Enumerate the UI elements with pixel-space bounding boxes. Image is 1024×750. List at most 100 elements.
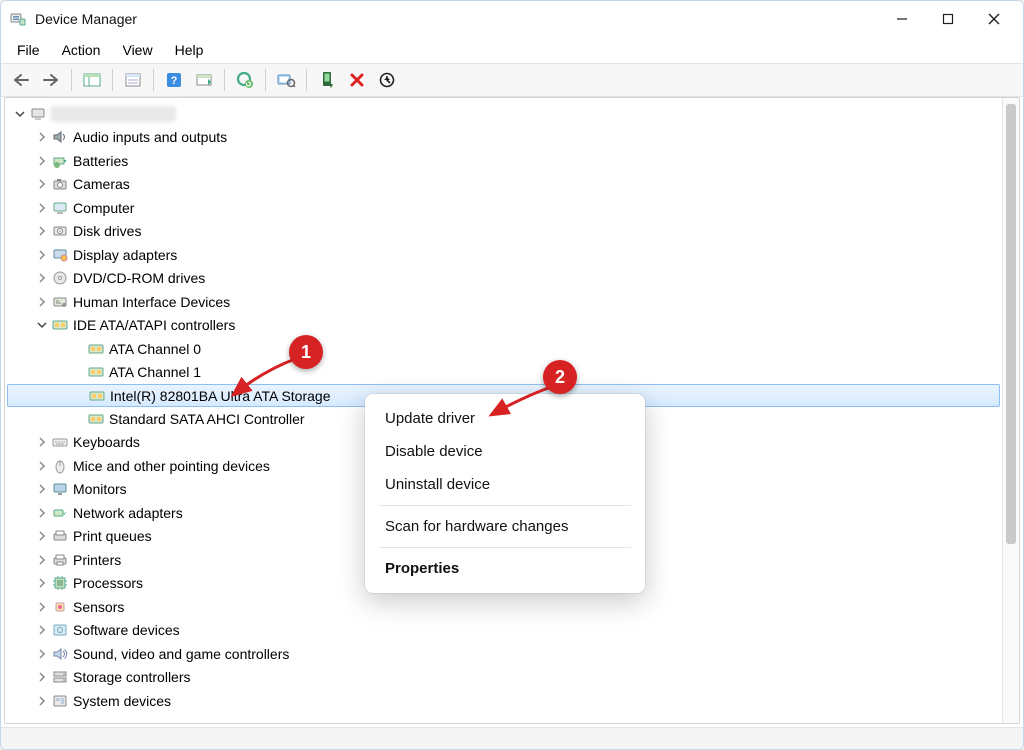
chevron-right-icon[interactable] — [35, 248, 49, 262]
chevron-right-icon[interactable] — [35, 271, 49, 285]
tree-category[interactable]: System devices — [7, 689, 1000, 713]
tree-category-label: Storage controllers — [73, 669, 191, 685]
help-button[interactable]: ? — [160, 66, 188, 94]
ide-child-icon — [87, 340, 105, 358]
annotation-marker-2: 2 — [543, 360, 577, 394]
show-hide-console-tree-button[interactable] — [78, 66, 106, 94]
hid-icon — [51, 293, 69, 311]
action-button[interactable] — [190, 66, 218, 94]
tree-category-label: Audio inputs and outputs — [73, 129, 227, 145]
window-title: Device Manager — [35, 11, 137, 27]
sound-icon — [51, 645, 69, 663]
tree-category-label: Software devices — [73, 622, 180, 638]
chevron-right-icon[interactable] — [35, 694, 49, 708]
close-button[interactable] — [971, 3, 1017, 35]
app-icon — [9, 10, 27, 28]
tree-category-label: DVD/CD-ROM drives — [73, 270, 205, 286]
computer-icon — [51, 199, 69, 217]
sensor-icon — [51, 598, 69, 616]
tree-device[interactable]: ATA Channel 0 — [7, 337, 1000, 361]
tree-category[interactable]: Storage controllers — [7, 666, 1000, 690]
scan-hardware-button[interactable] — [272, 66, 300, 94]
menu-file[interactable]: File — [7, 40, 50, 60]
properties-button[interactable] — [119, 66, 147, 94]
toolbar: ? — [1, 63, 1023, 97]
nav-back-button[interactable] — [7, 66, 35, 94]
chevron-right-icon[interactable] — [35, 130, 49, 144]
chevron-right-icon[interactable] — [35, 647, 49, 661]
annotation-arrow-2 — [483, 383, 558, 423]
chevron-right-icon[interactable] — [35, 295, 49, 309]
ide-child-icon — [87, 410, 105, 428]
menu-view[interactable]: View — [112, 40, 162, 60]
system-icon — [51, 692, 69, 710]
speaker-icon — [51, 128, 69, 146]
tree-category-label: Sound, video and game controllers — [73, 646, 289, 662]
tree-category[interactable]: Audio inputs and outputs — [7, 126, 1000, 150]
chevron-right-icon[interactable] — [35, 154, 49, 168]
maximize-button[interactable] — [925, 3, 971, 35]
chevron-right-icon[interactable] — [35, 224, 49, 238]
ctx-properties[interactable]: Properties — [373, 552, 637, 585]
tree-root[interactable] — [7, 102, 1000, 126]
tree-category-label: Mice and other pointing devices — [73, 458, 270, 474]
disable-button[interactable] — [373, 66, 401, 94]
tree-category[interactable]: Sound, video and game controllers — [7, 642, 1000, 666]
tree-category[interactable]: Software devices — [7, 619, 1000, 643]
chevron-right-icon[interactable] — [35, 201, 49, 215]
chevron-right-icon[interactable] — [35, 576, 49, 590]
ctx-disable-device[interactable]: Disable device — [373, 435, 637, 468]
cpu-icon — [51, 574, 69, 592]
tree-category[interactable]: Sensors — [7, 595, 1000, 619]
tree-category[interactable]: Batteries — [7, 149, 1000, 173]
keyboard-icon — [51, 433, 69, 451]
chevron-right-icon[interactable] — [35, 459, 49, 473]
minimize-button[interactable] — [879, 3, 925, 35]
tree-category[interactable]: Display adapters — [7, 243, 1000, 267]
vertical-scrollbar[interactable] — [1002, 98, 1019, 723]
menu-action[interactable]: Action — [52, 40, 111, 60]
tree-category[interactable]: Computer — [7, 196, 1000, 220]
device-manager-window: Device Manager File Action View Help — [0, 0, 1024, 750]
chevron-down-icon[interactable] — [13, 107, 27, 121]
update-driver-button[interactable] — [231, 66, 259, 94]
tree-device-label: ATA Channel 0 — [109, 341, 201, 357]
software-icon — [51, 621, 69, 639]
scroll-thumb[interactable] — [1006, 104, 1016, 544]
tree-category-label: Display adapters — [73, 247, 177, 263]
chevron-right-icon[interactable] — [35, 177, 49, 191]
uninstall-button[interactable] — [343, 66, 371, 94]
chevron-right-icon[interactable] — [35, 506, 49, 520]
chevron-right-icon[interactable] — [35, 482, 49, 496]
root-label-blurred — [51, 106, 176, 122]
svg-text:?: ? — [171, 75, 178, 87]
nav-forward-button[interactable] — [37, 66, 65, 94]
tree-device[interactable]: ATA Channel 1 — [7, 361, 1000, 385]
chevron-right-icon[interactable] — [35, 623, 49, 637]
tree-category-label: Keyboards — [73, 434, 140, 450]
tree-category[interactable]: Disk drives — [7, 220, 1000, 244]
tree-category[interactable]: Cameras — [7, 173, 1000, 197]
tree-category[interactable]: DVD/CD-ROM drives — [7, 267, 1000, 291]
ctx-separator — [379, 505, 631, 506]
ctx-uninstall-device[interactable]: Uninstall device — [373, 468, 637, 501]
chevron-right-icon[interactable] — [35, 529, 49, 543]
tree-category-label: Sensors — [73, 599, 124, 615]
menu-help[interactable]: Help — [165, 40, 214, 60]
titlebar: Device Manager — [1, 1, 1023, 37]
chevron-right-icon[interactable] — [35, 553, 49, 567]
context-menu: Update driver Disable device Uninstall d… — [365, 394, 645, 593]
tree-category-label: System devices — [73, 693, 171, 709]
computer-icon — [29, 105, 47, 123]
chevron-down-icon[interactable] — [35, 318, 49, 332]
tree-category[interactable]: Human Interface Devices — [7, 290, 1000, 314]
ctx-scan-hardware[interactable]: Scan for hardware changes — [373, 510, 637, 543]
display-icon — [51, 246, 69, 264]
chevron-right-icon[interactable] — [35, 435, 49, 449]
chevron-right-icon[interactable] — [35, 600, 49, 614]
chevron-right-icon[interactable] — [35, 670, 49, 684]
tree-category[interactable]: IDE ATA/ATAPI controllers — [7, 314, 1000, 338]
add-legacy-hardware-button[interactable] — [313, 66, 341, 94]
storage-icon — [51, 668, 69, 686]
tree-category-label: Print queues — [73, 528, 152, 544]
